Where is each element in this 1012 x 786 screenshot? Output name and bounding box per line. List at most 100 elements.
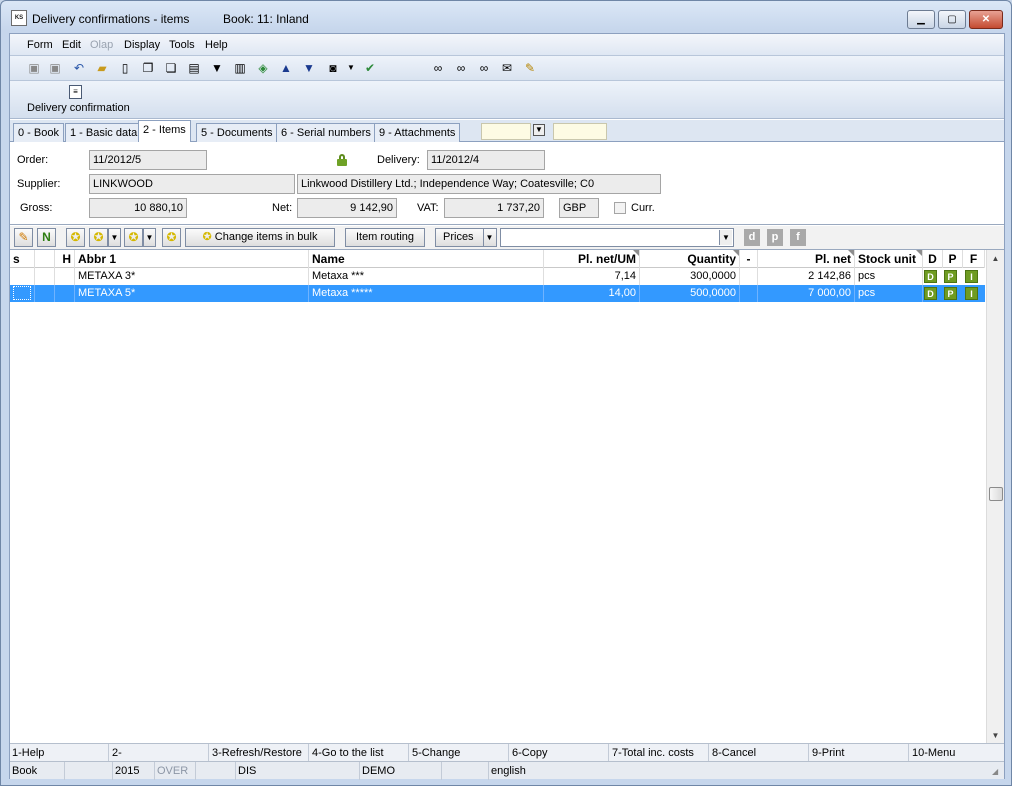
fkey-4[interactable]: 4-Go to the list [310, 744, 409, 762]
prices-button[interactable]: Prices ▼ [435, 228, 497, 247]
filter-p-icon[interactable]: p [767, 229, 783, 246]
table-row[interactable]: METAXA 3* Metaxa *** 7,14 300,0000 2 142… [10, 268, 985, 285]
scroll-thumb[interactable] [989, 487, 1003, 501]
row-blank-cell [35, 285, 55, 302]
minimize-button[interactable]: ▁ [907, 10, 935, 29]
curr-checkbox[interactable] [614, 202, 626, 214]
row-dash-cell [740, 285, 758, 302]
scroll-up-icon[interactable]: ▲ [987, 250, 1004, 267]
star-add-icon[interactable]: ✪ [89, 228, 108, 247]
fkey-1[interactable]: 1-Help [10, 744, 109, 762]
col-net-price[interactable]: Pl. net [758, 250, 855, 268]
fkey-10[interactable]: 10-Menu [910, 744, 1004, 762]
tab-attachments[interactable]: 9 - Attachments [374, 123, 461, 142]
fkey-3[interactable]: 3-Refresh/Restore [210, 744, 309, 762]
tab-filter-dropdown[interactable]: ▼ [533, 124, 545, 136]
col-stock-unit[interactable]: Stock unit [855, 250, 923, 268]
item-routing-button[interactable]: Item routing [345, 228, 425, 247]
close-button[interactable]: ✕ [969, 10, 1003, 29]
col-h[interactable]: H [55, 250, 75, 268]
col-name[interactable]: Name [309, 250, 544, 268]
col-abbr[interactable]: Abbr 1 [75, 250, 309, 268]
save-icon[interactable]: ▣ [26, 60, 42, 76]
tab-basic-data[interactable]: 1 - Basic data [65, 123, 143, 142]
currency-field[interactable]: GBP [559, 198, 599, 218]
menu-form[interactable]: Form [27, 39, 53, 51]
menu-display[interactable]: Display [124, 39, 160, 51]
order-field[interactable]: 11/2012/5 [89, 150, 207, 170]
table-row-selected[interactable]: METAXA 5* Metaxa ***** 14,00 500,0000 7 … [10, 285, 985, 302]
fkey-6[interactable]: 6-Copy [510, 744, 609, 762]
check-icon[interactable]: ✔ [362, 60, 378, 76]
col-d[interactable]: D [923, 250, 943, 268]
star-delete-icon[interactable]: ✪ [162, 228, 181, 247]
filter-f-icon[interactable]: f [790, 229, 806, 246]
arrow-up-icon[interactable]: ▲ [278, 60, 294, 76]
filter-list-icon[interactable]: ▥ [232, 60, 248, 76]
col-quantity[interactable]: Quantity [640, 250, 740, 268]
book-icon[interactable]: ▤ [186, 60, 202, 76]
find-next-icon[interactable]: ∞ [453, 60, 469, 76]
col-dash[interactable]: - [740, 250, 758, 268]
tab-filter-field[interactable] [481, 123, 531, 140]
tab-items[interactable]: 2 - Items [138, 120, 191, 142]
maximize-button[interactable]: ▢ [938, 10, 966, 29]
flag-p-icon[interactable]: P [944, 287, 957, 300]
menu-edit[interactable]: Edit [62, 39, 81, 51]
flag-p-icon[interactable]: P [944, 270, 957, 283]
resize-grip-icon[interactable]: ◢ [992, 767, 1002, 777]
paste-document-icon[interactable]: ❏ [163, 60, 179, 76]
col-price-per-um[interactable]: Pl. net/UM [544, 250, 640, 268]
fkey-8[interactable]: 8-Cancel [710, 744, 809, 762]
vat-field[interactable]: 1 737,20 [444, 198, 544, 218]
tab-serial-numbers[interactable]: 6 - Serial numbers [276, 123, 376, 142]
tab-documents[interactable]: 5 - Documents [196, 123, 278, 142]
arrow-down-icon[interactable]: ▼ [301, 60, 317, 76]
fkey-2[interactable]: 2- [110, 744, 209, 762]
fkey-5[interactable]: 5-Change [410, 744, 509, 762]
stack-icon[interactable]: ◈ [255, 60, 271, 76]
envelope-icon[interactable]: ✉ [499, 60, 515, 76]
price-selector-combo[interactable]: ▼ [500, 228, 734, 247]
flag-d-icon[interactable]: D [924, 270, 937, 283]
supplier-name-field[interactable]: Linkwood Distillery Ltd.; Independence W… [297, 174, 661, 194]
open-folder-icon[interactable]: ▰ [94, 60, 110, 76]
edit-pencil-icon[interactable]: ✎ [14, 228, 33, 247]
tab-book[interactable]: 0 - Book [13, 123, 64, 142]
edit-notes-icon[interactable]: ✎ [522, 60, 538, 76]
new-document-icon[interactable]: ▯ [117, 60, 133, 76]
dropdown-arrow-icon[interactable]: ▼ [343, 60, 359, 76]
star-edit-dropdown-icon[interactable]: ▼ [143, 228, 156, 247]
star-add-dropdown-icon[interactable]: ▼ [108, 228, 121, 247]
change-items-in-bulk-button[interactable]: ✪ Change items in bulk [185, 228, 335, 247]
save-all-icon[interactable]: ▣ [47, 60, 63, 76]
supplier-code-field[interactable]: LINKWOOD [89, 174, 295, 194]
net-field[interactable]: 9 142,90 [297, 198, 397, 218]
menu-help[interactable]: Help [205, 39, 228, 51]
delivery-field[interactable]: 11/2012/4 [427, 150, 545, 170]
col-p[interactable]: P [943, 250, 963, 268]
binoculars-icon[interactable]: ∞ [430, 60, 446, 76]
tab-extra-field[interactable] [553, 123, 607, 140]
flag-i-icon[interactable]: I [965, 287, 978, 300]
undo-icon[interactable]: ↶ [71, 60, 87, 76]
find-prev-icon[interactable]: ∞ [476, 60, 492, 76]
flag-d-icon[interactable]: D [924, 287, 937, 300]
filter-d-icon[interactable]: d [744, 229, 760, 246]
fkey-9[interactable]: 9-Print [810, 744, 909, 762]
col-f[interactable]: F [963, 250, 985, 268]
menu-tools[interactable]: Tools [169, 39, 195, 51]
copy-document-icon[interactable]: ❐ [140, 60, 156, 76]
fkey-7[interactable]: 7-Total inc. costs [610, 744, 709, 762]
gross-field[interactable]: 10 880,10 [89, 198, 187, 218]
scroll-down-icon[interactable]: ▼ [987, 727, 1004, 744]
camera-icon[interactable]: ◙ [325, 60, 341, 76]
col-s[interactable]: s [10, 250, 35, 268]
flag-i-icon[interactable]: I [965, 270, 978, 283]
new-item-icon[interactable]: N [37, 228, 56, 247]
star-edit-icon[interactable]: ✪ [124, 228, 143, 247]
filter-icon[interactable]: ▼ [209, 60, 225, 76]
vertical-scrollbar[interactable]: ▲ ▼ [986, 250, 1004, 744]
col-blank[interactable] [35, 250, 55, 268]
star-icon[interactable]: ✪ [66, 228, 85, 247]
